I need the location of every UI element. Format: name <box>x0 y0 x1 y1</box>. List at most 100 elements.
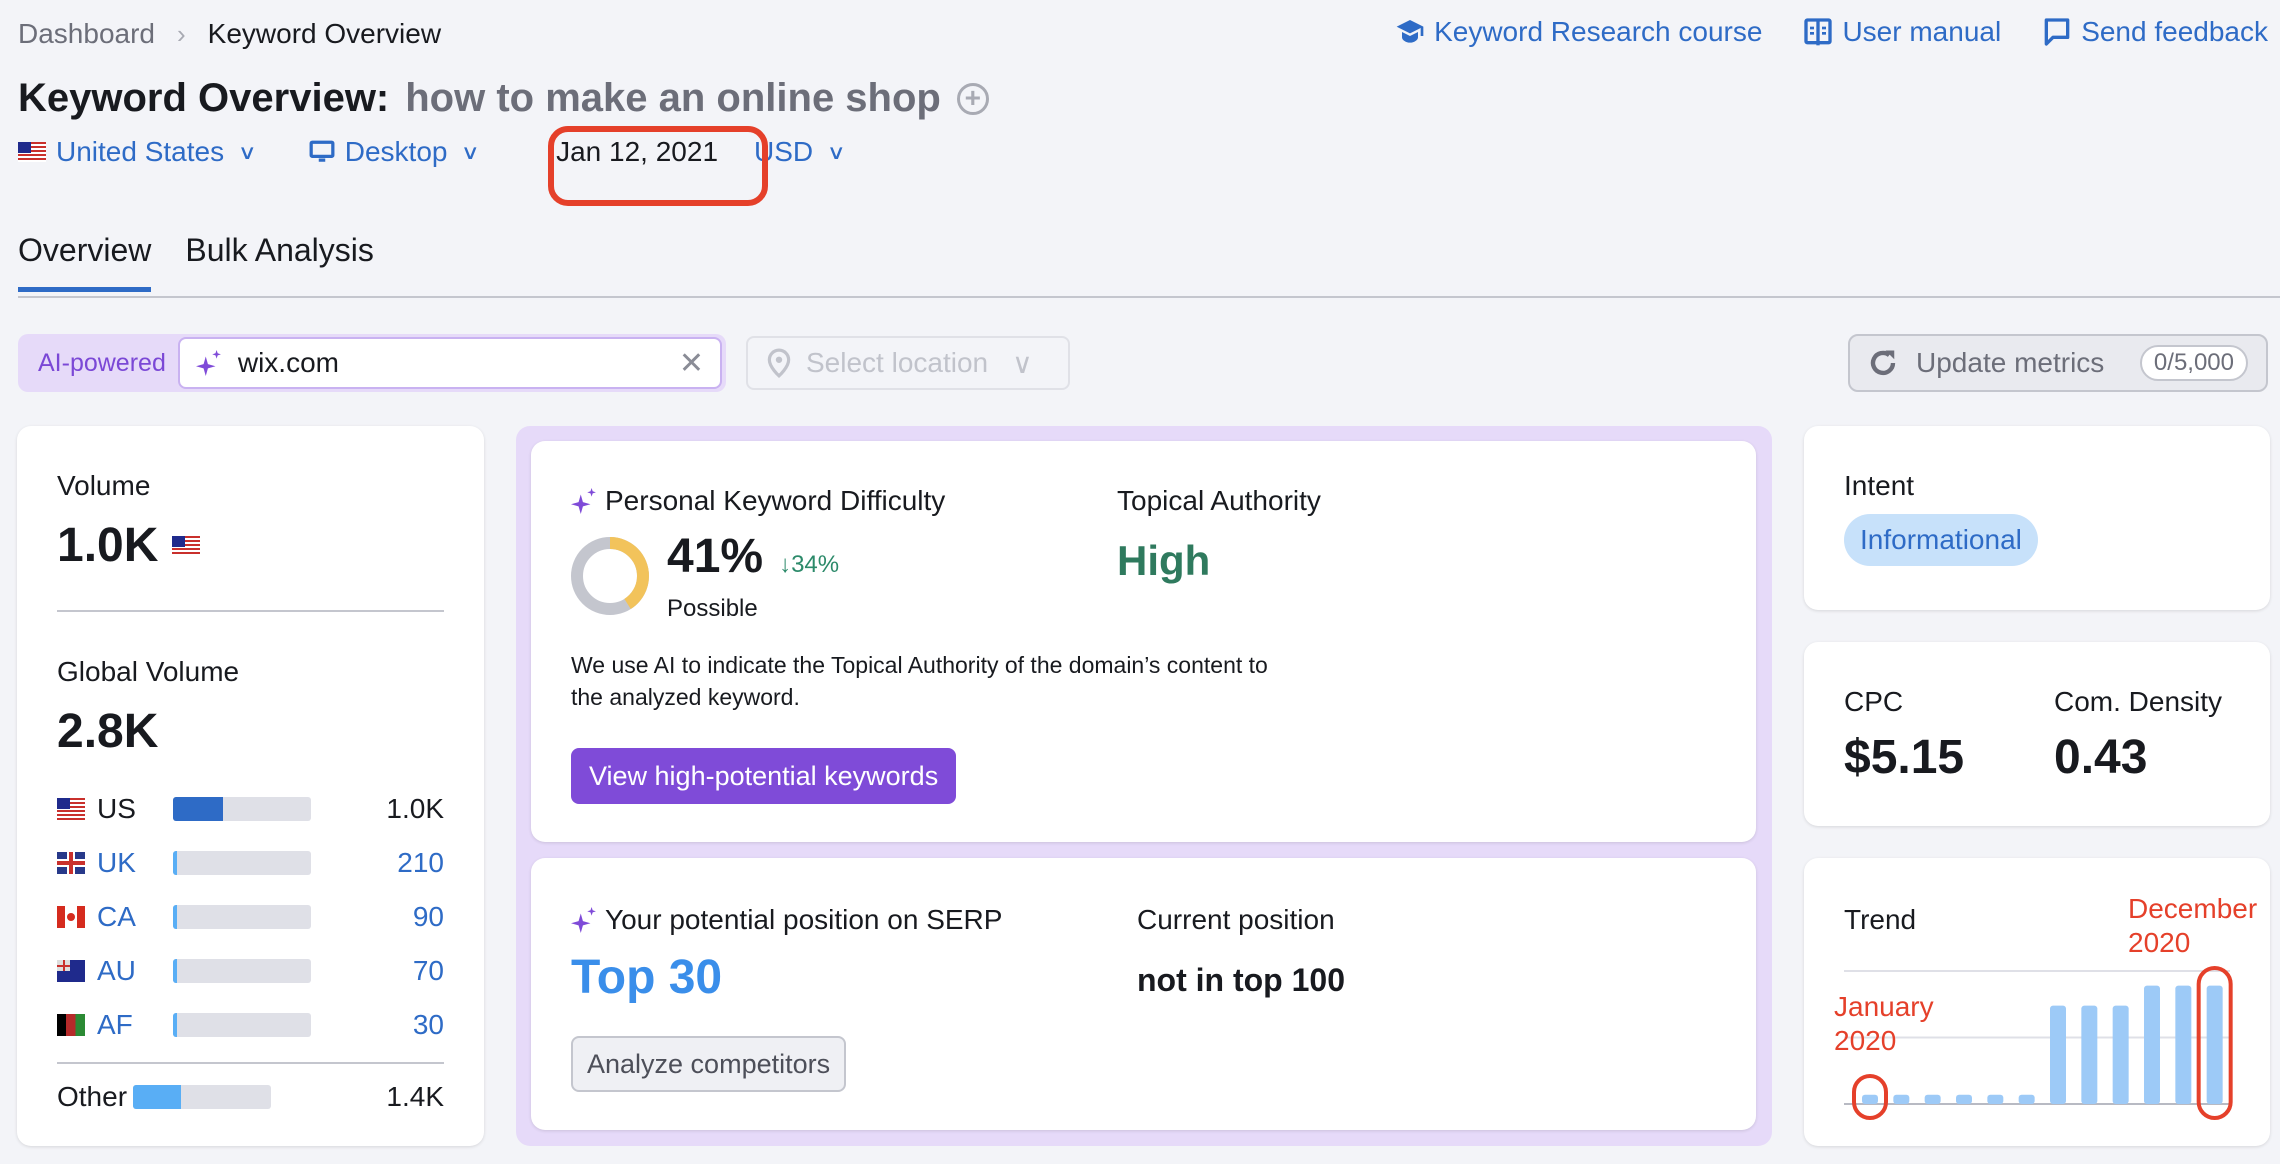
difficulty-donut-chart <box>571 537 649 615</box>
graduation-cap-icon <box>1396 20 1424 43</box>
ca-flag-icon <box>57 906 85 928</box>
cpc-label: CPC <box>1844 686 1904 717</box>
global-volume-label: Global Volume <box>57 656 240 687</box>
other-share-bar <box>133 1085 271 1109</box>
country-code[interactable]: AU <box>97 955 167 987</box>
country-selector[interactable]: United States ∨ <box>18 136 257 168</box>
ai-powered-badge: AI-powered <box>38 348 166 377</box>
country-share-fill <box>173 851 178 875</box>
location-select[interactable]: Select location ∨ <box>746 336 1070 390</box>
pkd-title-row: Personal Keyword Difficulty <box>571 485 945 517</box>
trend-bar-feb-2020[interactable] <box>1893 1094 1910 1104</box>
breadcrumb-dashboard-link[interactable]: Dashboard <box>18 18 155 50</box>
plus-circle-icon[interactable]: + <box>956 82 989 115</box>
trend-bar-jan-2020[interactable] <box>1862 1094 1878 1104</box>
country-code[interactable]: UK <box>97 847 167 879</box>
chevron-down-icon: ∨ <box>237 141 257 164</box>
chevron-down-icon: ∨ <box>1012 347 1033 379</box>
update-metrics-button[interactable]: Update metrics 0/5,000 <box>1848 334 2268 392</box>
trend-bar-sep-2020[interactable] <box>2112 1005 2129 1104</box>
country-share-fill <box>173 1013 178 1037</box>
country-share-fill <box>173 797 223 821</box>
sparkle-icon <box>571 488 596 514</box>
chat-bubble-icon <box>2044 18 2070 46</box>
trend-bar-jul-2020[interactable] <box>2050 1005 2066 1104</box>
chevron-down-icon: ∨ <box>826 141 846 164</box>
intent-badge: Informational <box>1844 514 2038 566</box>
country-share-bar <box>173 1013 311 1037</box>
analyze-competitors-button[interactable]: Analyze competitors <box>571 1036 847 1092</box>
country-code[interactable]: AF <box>97 1009 167 1041</box>
pkd-value: 41% <box>667 530 764 583</box>
country-volume[interactable]: 210 <box>397 847 444 879</box>
pkd-description: We use AI to indicate the Topical Author… <box>571 652 1268 710</box>
trend-bar-dec-2020[interactable] <box>2206 985 2223 1104</box>
trend-bar-nov-2020[interactable] <box>2175 985 2192 1104</box>
location-placeholder: Select location <box>806 347 989 378</box>
other-volume: 1.4K <box>386 1081 444 1112</box>
country-share-bar <box>173 905 311 929</box>
us-flag-icon <box>57 798 85 820</box>
uk-flag-icon <box>57 852 85 874</box>
country-row-other: Other 1.4K <box>57 1070 444 1124</box>
country-volume[interactable]: 30 <box>413 1009 444 1041</box>
tab-overview[interactable]: Overview <box>18 232 152 292</box>
keyword-research-course-label: Keyword Research course <box>1434 16 1763 47</box>
send-feedback-link[interactable]: Send feedback <box>2041 16 2268 48</box>
location-pin-icon <box>767 348 791 378</box>
book-icon <box>1804 18 1833 46</box>
domain-input[interactable]: wix.com ✕ <box>177 337 722 389</box>
serp-title: Your potential position on SERP <box>605 904 1003 935</box>
trend-bar-oct-2020[interactable] <box>2144 985 2160 1104</box>
update-metrics-label: Update metrics <box>1916 347 2105 378</box>
au-flag-icon <box>57 960 85 982</box>
tab-bulk-analysis[interactable]: Bulk Analysis <box>185 232 374 292</box>
current-position-value: not in top 100 <box>1137 962 1345 998</box>
keyword-text: how to make an online shop <box>405 76 941 120</box>
country-row-au: AU 70 <box>57 944 444 998</box>
update-metrics-counter: 0/5,000 <box>2139 345 2248 381</box>
tabs: Overview Bulk Analysis <box>18 232 374 292</box>
country-volume[interactable]: 70 <box>413 955 444 987</box>
volume-label: Volume <box>57 470 151 501</box>
trend-bar-apr-2020[interactable] <box>1956 1094 1972 1104</box>
country-volume[interactable]: 90 <box>413 901 444 933</box>
clear-icon[interactable]: ✕ <box>679 346 704 381</box>
domain-input-value: wix.com <box>237 347 339 378</box>
ai-domain-bar: AI-powered wix.com ✕ <box>18 334 726 392</box>
cpc-value: $5.15 <box>1844 731 1965 784</box>
view-high-potential-keywords-button[interactable]: View high-potential keywords <box>571 748 957 804</box>
device-selector[interactable]: Desktop ∨ <box>309 136 480 168</box>
country-row-ca: CA 90 <box>57 890 444 944</box>
pkd-value-row: 41% ↓34% <box>667 529 839 584</box>
pkd-level: Possible <box>667 595 758 622</box>
trend-bar-jun-2020[interactable] <box>2018 1094 2035 1104</box>
country-volume: 1.0K <box>386 793 444 824</box>
pkd-title: Personal Keyword Difficulty <box>605 485 946 516</box>
help-links: Keyword Research course User manual Send… <box>1394 16 2268 48</box>
af-flag-icon <box>57 1014 85 1036</box>
user-manual-label: User manual <box>1842 16 2002 47</box>
country-share-bar <box>173 851 311 875</box>
potential-position-value: Top 30 <box>571 951 723 1004</box>
country-row-af: AF 30 <box>57 998 444 1052</box>
user-manual-link[interactable]: User manual <box>1802 16 2001 48</box>
country-code[interactable]: CA <box>97 901 167 933</box>
sparkle-icon <box>195 350 221 376</box>
us-flag-icon <box>172 535 201 556</box>
trend-bar-mar-2020[interactable] <box>1924 1094 1941 1104</box>
global-volume-value: 2.8K <box>57 705 159 758</box>
topical-authority-value: High <box>1117 537 1211 584</box>
send-feedback-label: Send feedback <box>2081 16 2268 47</box>
keyword-research-course-link[interactable]: Keyword Research course <box>1394 16 1762 48</box>
volume-value: 1.0K <box>57 519 159 572</box>
trend-bar-may-2020[interactable] <box>1987 1094 2004 1104</box>
device-label: Desktop <box>344 136 448 167</box>
breadcrumb: Dashboard › Keyword Overview <box>18 18 441 50</box>
tabs-divider <box>18 296 2280 298</box>
trend-bar-aug-2020[interactable] <box>2081 1005 2098 1104</box>
date-highlight-annotation <box>548 126 768 206</box>
page-title: Keyword Overview: how to make an online … <box>18 76 989 121</box>
december-2020-annotation: December 2020 <box>2128 893 2258 958</box>
topical-authority-label: Topical Authority <box>1117 485 1321 516</box>
